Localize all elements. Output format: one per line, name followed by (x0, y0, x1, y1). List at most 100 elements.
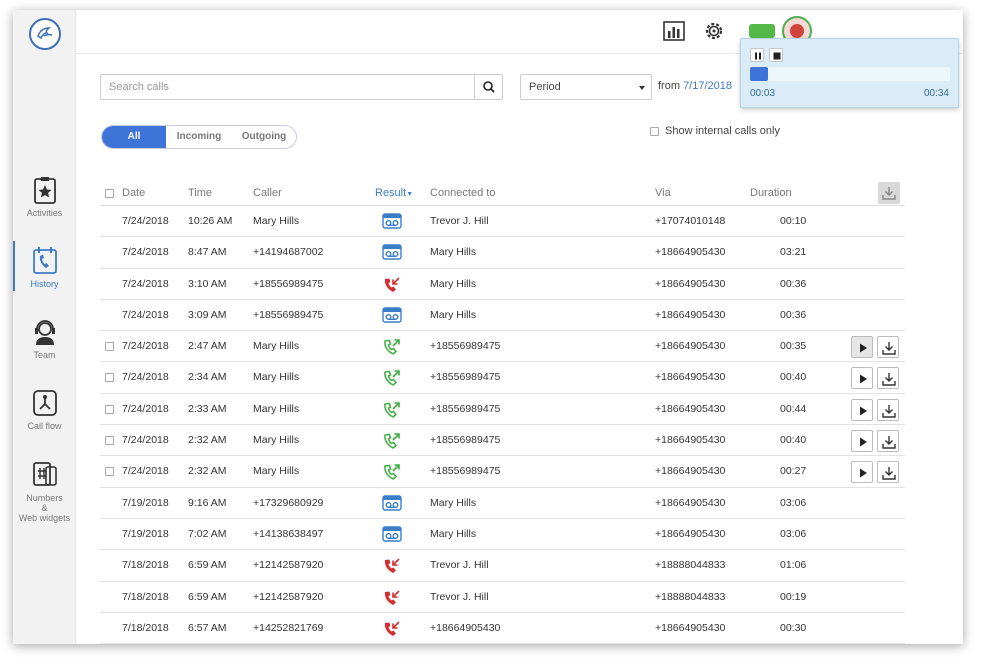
outgoing-call-icon (384, 339, 400, 356)
from-date-link[interactable]: 7/17/2018 (683, 80, 732, 92)
download-icon (882, 187, 896, 200)
table-row[interactable]: 7/18/2018 6:59 AM +12142587920 Trevor J. Hi… (100, 550, 905, 582)
cell-via: +18664905430 (655, 621, 726, 634)
cell-result (382, 338, 402, 359)
download-recording-button[interactable] (877, 461, 899, 484)
cell-time: 7:02 AM (188, 527, 227, 540)
phone-calendar-icon (32, 247, 57, 274)
cell-time: 2:32 AM (188, 434, 227, 447)
table-row[interactable]: 7/24/2018 2:34 AM Mary Hills +18556989475 +1… (100, 362, 905, 394)
internal-calls-filter[interactable]: Show internal calls only (650, 125, 780, 137)
cell-caller: Mary Hills (253, 402, 300, 415)
search-button[interactable] (474, 75, 502, 99)
sidebar-item-team[interactable]: Team (13, 318, 76, 360)
recording-player: 00:03 00:34 (740, 38, 959, 108)
search-input[interactable] (101, 75, 475, 99)
app-logo[interactable] (29, 18, 61, 50)
play-recording-button[interactable] (851, 461, 873, 484)
download-recording-button[interactable] (877, 336, 899, 359)
cell-connected-to: Mary Hills (430, 308, 477, 321)
sidebar-item-activities[interactable]: Activities (13, 176, 76, 218)
table-row[interactable]: 7/24/2018 2:32 AM Mary Hills +18556989475 +1… (100, 456, 905, 488)
tab-all[interactable]: All (102, 126, 166, 148)
tab-incoming[interactable]: Incoming (166, 126, 232, 148)
play-recording-button[interactable] (851, 367, 873, 390)
table-row[interactable]: 7/24/2018 10:26 AM Mary Hills Trevor J. Hil… (100, 206, 905, 238)
cell-via: +18664905430 (655, 277, 726, 290)
internal-calls-checkbox[interactable] (650, 126, 659, 136)
cell-connected-to: +18556989475 (430, 340, 501, 353)
gear-icon[interactable] (703, 20, 725, 42)
chevron-down-icon (639, 86, 645, 90)
table-row[interactable]: 7/24/2018 8:47 AM +14194687002 Mary Hills +1… (100, 237, 905, 269)
cell-time: 3:09 AM (188, 308, 227, 321)
row-checkbox[interactable] (105, 371, 120, 383)
pause-button[interactable] (750, 48, 764, 62)
cell-connected-to: +18556989475 (430, 434, 501, 447)
cell-connected-to: Mary Hills (430, 246, 477, 259)
play-recording-button[interactable] (851, 398, 873, 421)
column-time[interactable]: Time (188, 187, 212, 199)
row-checkbox[interactable] (105, 403, 120, 415)
cell-result (382, 369, 402, 390)
status-indicator[interactable] (749, 24, 775, 38)
column-via[interactable]: Via (655, 187, 671, 199)
download-all-button[interactable] (878, 182, 900, 204)
row-checkbox[interactable] (105, 434, 120, 446)
tab-outgoing[interactable]: Outgoing (232, 126, 296, 148)
cell-result (382, 244, 402, 263)
download-recording-button[interactable] (877, 367, 899, 390)
voicemail-icon (382, 244, 402, 260)
cell-caller: Mary Hills (253, 215, 300, 227)
play-icon (860, 468, 867, 478)
column-result[interactable]: Result▼ (375, 187, 413, 199)
sidebar-item-numbers-web-widgets[interactable]: Numbers & Web widgets (13, 461, 76, 523)
table-row[interactable]: 7/24/2018 2:32 AM Mary Hills +18556989475 +1… (100, 425, 905, 457)
table-row[interactable]: 7/18/2018 6:59 AM +12142587920 Trevor J. Hi… (100, 582, 905, 613)
cell-duration: 01:06 (780, 559, 807, 572)
download-recording-button[interactable] (877, 398, 899, 421)
row-checkbox[interactable] (105, 340, 120, 352)
table-row[interactable]: 7/24/2018 3:09 AM +18556989475 Mary Hills +1… (100, 300, 905, 332)
column-duration[interactable]: Duration (750, 187, 792, 199)
call-flow-icon (32, 390, 57, 416)
stop-icon (773, 52, 781, 60)
row-checkbox[interactable] (105, 465, 120, 477)
table-row[interactable]: 7/24/2018 3:10 AM +18556989475 Mary Hills +1… (100, 269, 905, 300)
table-row[interactable]: 7/24/2018 2:33 AM Mary Hills +18556989475 +1… (100, 394, 905, 426)
cell-date: 7/18/2018 (122, 590, 169, 603)
column-caller[interactable]: Caller (253, 187, 282, 199)
sidebar-item-history[interactable]: History (13, 241, 76, 291)
cell-via: +17074010148 (655, 215, 726, 227)
stop-button[interactable] (769, 48, 783, 62)
star-clipboard-icon (33, 177, 56, 204)
table-row[interactable]: 7/19/2018 7:02 AM +14138638497 Mary Hills +1… (100, 519, 905, 551)
pause-icon (755, 52, 761, 60)
play-icon (860, 374, 867, 384)
play-recording-button[interactable] (851, 336, 873, 359)
column-date[interactable]: Date (122, 187, 145, 199)
cell-time: 6:59 AM (188, 559, 227, 572)
cell-duration: 03:06 (780, 496, 807, 509)
play-recording-button[interactable] (851, 430, 873, 453)
cell-connected-to: Mary Hills (430, 277, 477, 290)
cell-caller: Mary Hills (253, 340, 300, 353)
table-row[interactable]: 7/18/2018 6:57 AM +14252821769 +18664905430… (100, 613, 905, 644)
table-row[interactable]: 7/19/2018 9:16 AM +17329680929 Mary Hills +1… (100, 488, 905, 519)
voicemail-icon (382, 307, 402, 323)
calls-table: Date Time Caller Result▼ Connected to Vi… (100, 170, 905, 644)
column-connected-to[interactable]: Connected to (430, 187, 495, 199)
select-all-checkbox[interactable] (105, 187, 120, 199)
period-select[interactable]: Period (520, 74, 652, 100)
cell-result (382, 463, 402, 484)
cell-connected-to: +18664905430 (430, 621, 501, 634)
table-row[interactable]: 7/24/2018 2:47 AM Mary Hills +18556989475 +1… (100, 331, 905, 363)
playback-progress-bar[interactable] (750, 67, 950, 81)
cell-via: +18664905430 (655, 371, 726, 384)
internal-calls-label: Show internal calls only (665, 125, 780, 137)
sidebar-item-call-flow[interactable]: Call flow (13, 389, 76, 431)
bar-chart-icon[interactable] (663, 20, 685, 42)
cell-date: 7/18/2018 (122, 621, 169, 634)
cell-date: 7/19/2018 (122, 496, 169, 509)
download-recording-button[interactable] (877, 430, 899, 453)
